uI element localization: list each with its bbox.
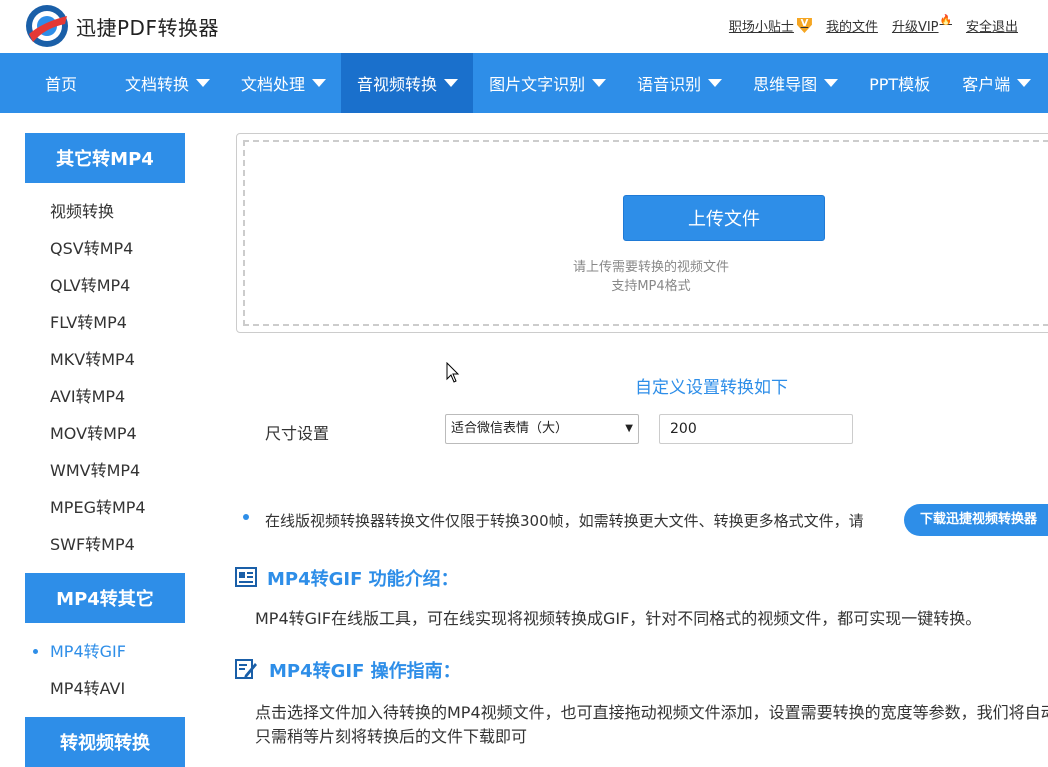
nav-label: 文档处理 — [241, 75, 306, 94]
brand-name: 迅捷PDF转换器 — [76, 16, 219, 40]
document-icon — [235, 567, 257, 587]
top-links: 职场小贴士 V 我的文件 升级VIP 🔥 安全退出 — [729, 15, 1018, 35]
nav-label: 文档转换 — [125, 75, 190, 94]
sidebar-group-title: 转视频转换 — [25, 717, 185, 767]
sidebar-list: MP4转GIF MP4转AVI — [25, 623, 185, 717]
nav-label: 客户端 — [962, 75, 1011, 94]
caret-down-icon — [1017, 79, 1032, 87]
tips-label: 职场小贴士 — [728, 20, 794, 35]
sidebar-group-title: MP4转其它 — [25, 573, 185, 623]
sidebar-group-title: 其它转MP4 — [25, 133, 185, 183]
vip-badge-icon: V — [796, 18, 812, 33]
size-input[interactable]: 200 — [659, 414, 853, 444]
sidebar-item[interactable]: FLV转MP4 — [25, 304, 185, 341]
sidebar-item[interactable]: AVI转MP4 — [25, 378, 185, 415]
sidebar-item[interactable]: SWF转MP4 — [25, 526, 185, 563]
sidebar-list: 视频转换 QSV转MP4 QLV转MP4 FLV转MP4 MKV转MP4 AVI… — [25, 183, 185, 573]
nav-ppt[interactable]: PPT模板 — [853, 53, 946, 113]
caret-down-icon — [824, 79, 839, 87]
top-header: 迅捷PDF转换器 职场小贴士 V 我的文件 升级VIP 🔥 安全退出 — [0, 0, 1048, 53]
main-nav: 首页 文档转换 文档处理 音视频转换 图片文字识别 语音识别 思维导图 PPT模… — [0, 53, 1048, 113]
sidebar-item-active[interactable]: MP4转GIF — [25, 633, 185, 670]
logout-link[interactable]: 安全退出 — [966, 16, 1018, 35]
upgrade-label: 升级VIP — [891, 20, 939, 35]
caret-down-icon — [708, 79, 723, 87]
intro-title: MP4转GIF 功能介绍： — [267, 569, 459, 590]
mouse-cursor-icon — [446, 362, 460, 383]
nav-label: PPT模板 — [869, 75, 931, 94]
nav-label: 首页 — [45, 75, 78, 94]
nav-av-convert[interactable]: 音视频转换 — [341, 53, 474, 113]
caret-down-icon — [592, 79, 607, 87]
my-files-link[interactable]: 我的文件 — [826, 16, 878, 35]
upload-dropzone[interactable]: 上传文件 请上传需要转换的视频文件 支持MP4格式 — [243, 140, 1048, 326]
upload-file-button[interactable]: 上传文件 — [623, 195, 825, 241]
tips-link[interactable]: 职场小贴士 V — [729, 16, 812, 35]
nav-doc-convert[interactable]: 文档转换 — [109, 53, 225, 113]
size-select-value: 适合微信表情（大） — [451, 421, 569, 436]
nav-mindmap[interactable]: 思维导图 — [737, 53, 853, 113]
upload-hint-line2: 支持MP4格式 — [611, 279, 691, 294]
nav-label: 思维导图 — [753, 75, 818, 94]
settings-title: 自定义设置转换如下 — [635, 378, 788, 398]
caret-down-icon — [196, 79, 211, 87]
edit-icon — [235, 659, 257, 679]
nav-ocr[interactable]: 图片文字识别 — [473, 53, 621, 113]
nav-client[interactable]: 客户端 — [946, 53, 1046, 113]
guide-text-line2: 只需稍等片刻将转换后的文件下载即可 — [255, 727, 528, 746]
sidebar-item[interactable]: MKV转MP4 — [25, 341, 185, 378]
caret-down-icon — [312, 79, 327, 87]
notice-text: 在线版视频转换器转换文件仅限于转换300帧，如需转换更大文件、转换更多格式文件，… — [265, 512, 864, 530]
sidebar-item[interactable]: WMV转MP4 — [25, 452, 185, 489]
sidebar: 其它转MP4 视频转换 QSV转MP4 QLV转MP4 FLV转MP4 MKV转… — [25, 133, 185, 767]
sidebar-item[interactable]: MP4转AVI — [25, 670, 185, 707]
nav-label: 音视频转换 — [357, 75, 438, 94]
sidebar-item[interactable]: QSV转MP4 — [25, 230, 185, 267]
guide-title: MP4转GIF 操作指南： — [269, 661, 461, 682]
bullet-icon — [243, 514, 249, 520]
size-select[interactable]: 适合微信表情（大） ▼ — [445, 414, 639, 444]
logo-icon — [26, 5, 68, 47]
nav-doc-process[interactable]: 文档处理 — [225, 53, 341, 113]
intro-text: MP4转GIF在线版工具，可在线实现将视频转换成GIF，针对不同格式的视频文件，… — [255, 609, 982, 628]
dropdown-arrow-icon: ▼ — [625, 423, 633, 434]
guide-text-line1: 点击选择文件加入待转换的MP4视频文件，也可直接拖动视频文件添加，设置需要转换的… — [255, 703, 1048, 722]
upgrade-vip-link[interactable]: 升级VIP 🔥 — [891, 15, 952, 35]
caret-down-icon — [444, 79, 459, 87]
nav-label: 语音识别 — [637, 75, 702, 94]
sidebar-item[interactable]: QLV转MP4 — [25, 267, 185, 304]
fire-icon: 🔥 — [939, 15, 952, 26]
upload-area[interactable]: 上传文件 请上传需要转换的视频文件 支持MP4格式 — [236, 133, 1048, 333]
download-converter-button[interactable]: 下载迅捷视频转换器 — [904, 504, 1048, 536]
sidebar-item[interactable]: MOV转MP4 — [25, 415, 185, 452]
nav-home[interactable]: 首页 — [0, 53, 109, 113]
size-setting-label: 尺寸设置 — [265, 424, 330, 443]
nav-speech[interactable]: 语音识别 — [621, 53, 737, 113]
sidebar-item[interactable]: MPEG转MP4 — [25, 489, 185, 526]
sidebar-item[interactable]: 视频转换 — [25, 193, 185, 230]
upload-hint-line1: 请上传需要转换的视频文件 — [572, 260, 729, 275]
nav-label: 图片文字识别 — [489, 75, 586, 94]
